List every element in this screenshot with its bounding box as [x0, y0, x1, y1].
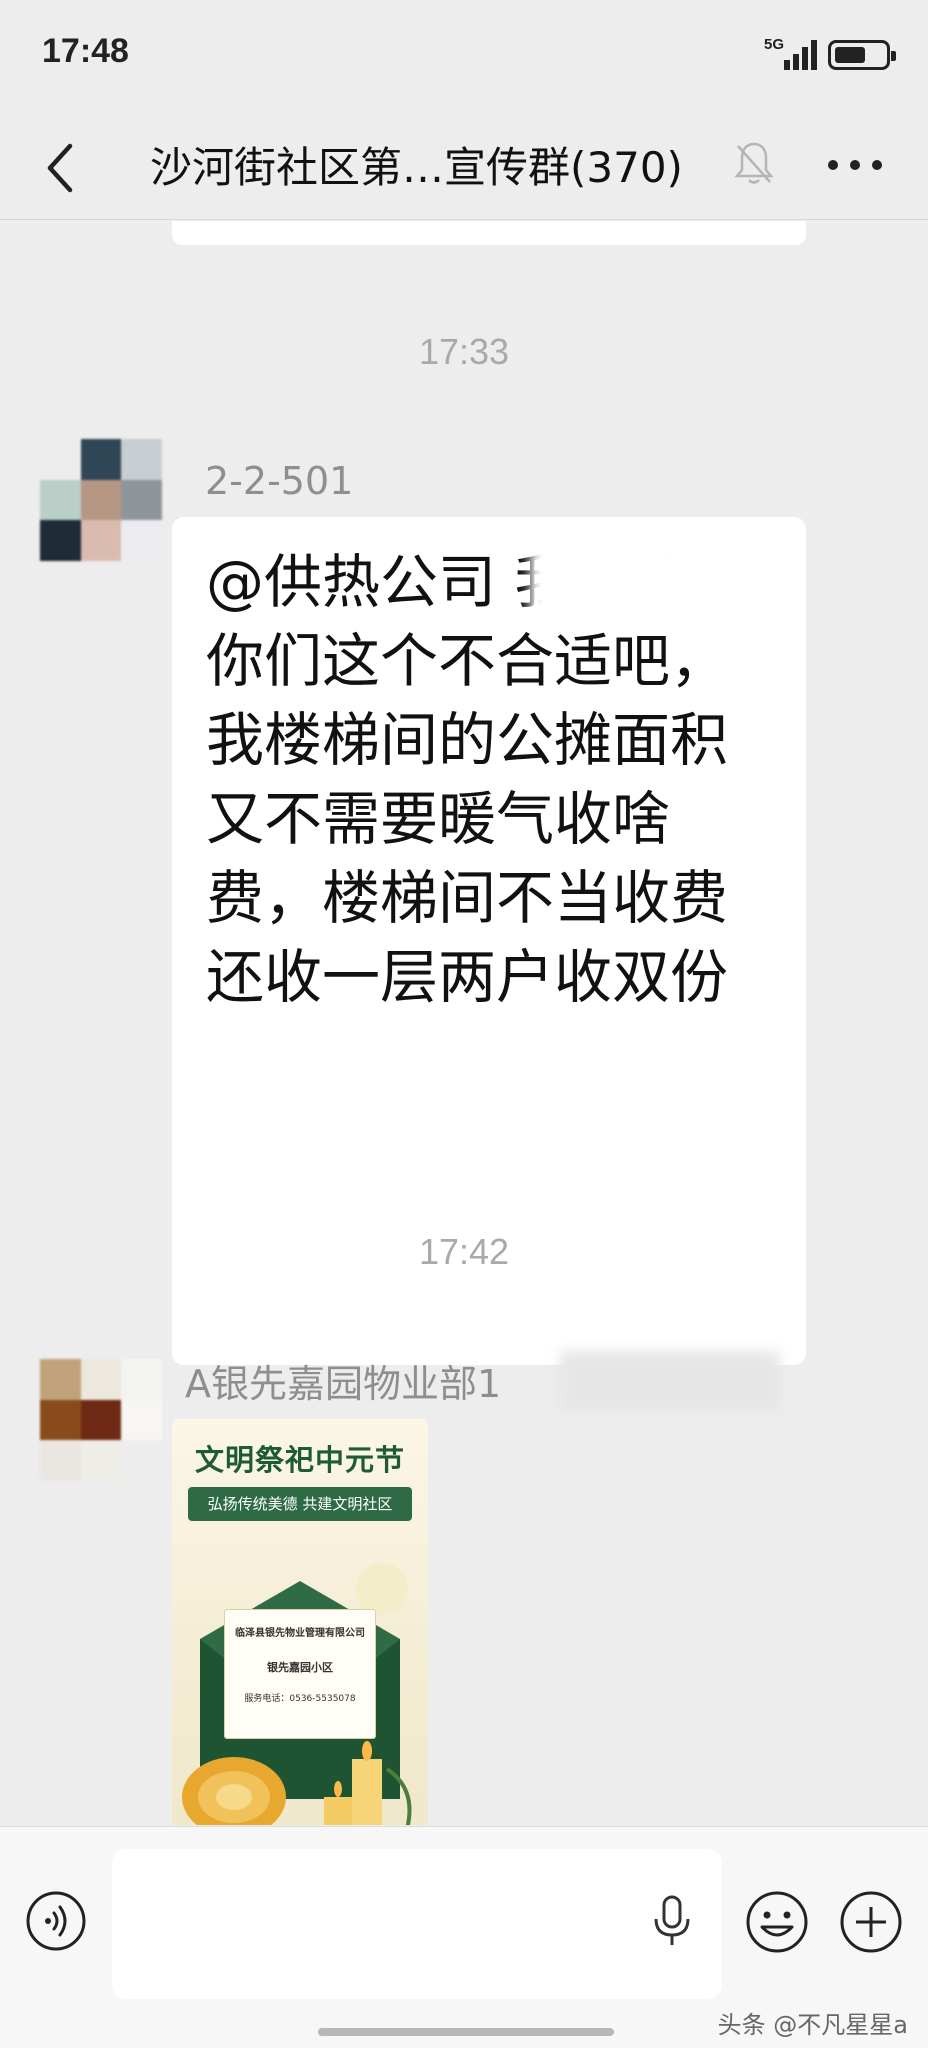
previous-message-bubble[interactable]: [172, 221, 806, 245]
battery-icon: [828, 40, 896, 70]
poster-phone: 服务电话：0536-5535078: [244, 1694, 356, 1704]
avatar[interactable]: [40, 1359, 162, 1481]
back-icon[interactable]: [38, 138, 88, 198]
poster-title: 文明祭祀中元节: [194, 1443, 405, 1477]
status-bar: 17:48 5G: [0, 0, 928, 110]
timestamp: 17:33: [418, 331, 510, 372]
nav-bar: 沙河街社区第…宣传群(370): [0, 110, 928, 220]
plus-icon[interactable]: [838, 1889, 904, 1955]
poster-subtitle: 弘扬传统美德 共建文明社区: [188, 1487, 412, 1521]
message-input[interactable]: [112, 1849, 722, 1999]
more-icon[interactable]: [828, 150, 888, 180]
avatar[interactable]: [40, 439, 162, 561]
poster-company: 临泽县银先物业管理有限公司: [235, 1628, 365, 1639]
timestamp: 17:42: [418, 1231, 510, 1272]
watermark: 头条 @不凡星星a: [717, 2011, 908, 2039]
redaction-blur: [560, 1351, 780, 1411]
status-time: 17:48: [42, 32, 129, 70]
poster-card: 临泽县银先物业管理有限公司 银先嘉园小区 服务电话：0536-5535078: [224, 1609, 376, 1739]
emoji-icon[interactable]: [744, 1889, 810, 1955]
poster-community: 银先嘉园小区: [267, 1661, 333, 1674]
mic-icon[interactable]: [650, 1893, 694, 1949]
sender-name: 2-2-501: [205, 459, 354, 503]
home-indicator[interactable]: [318, 2028, 614, 2036]
chat-title: 沙河街社区第…宣传群(370): [150, 143, 683, 192]
voice-icon[interactable]: [24, 1889, 88, 1953]
mute-bell-icon: [734, 142, 774, 184]
chat-area[interactable]: 17:33 2-2-501 @供热公司 我就感觉你们这个不合适吧，我楼梯间的公摊…: [0, 221, 928, 1825]
network-label: 5G: [764, 36, 785, 53]
poster-image[interactable]: 文明祭祀中元节 弘扬传统美德 共建文明社区 临泽县银先物业管理有限公司 银先嘉园…: [172, 1419, 428, 1825]
sender-name: A银先嘉园物业部1: [185, 1362, 502, 1406]
signal-icon: 5G: [764, 36, 817, 70]
redaction-blur: [530, 541, 780, 621]
